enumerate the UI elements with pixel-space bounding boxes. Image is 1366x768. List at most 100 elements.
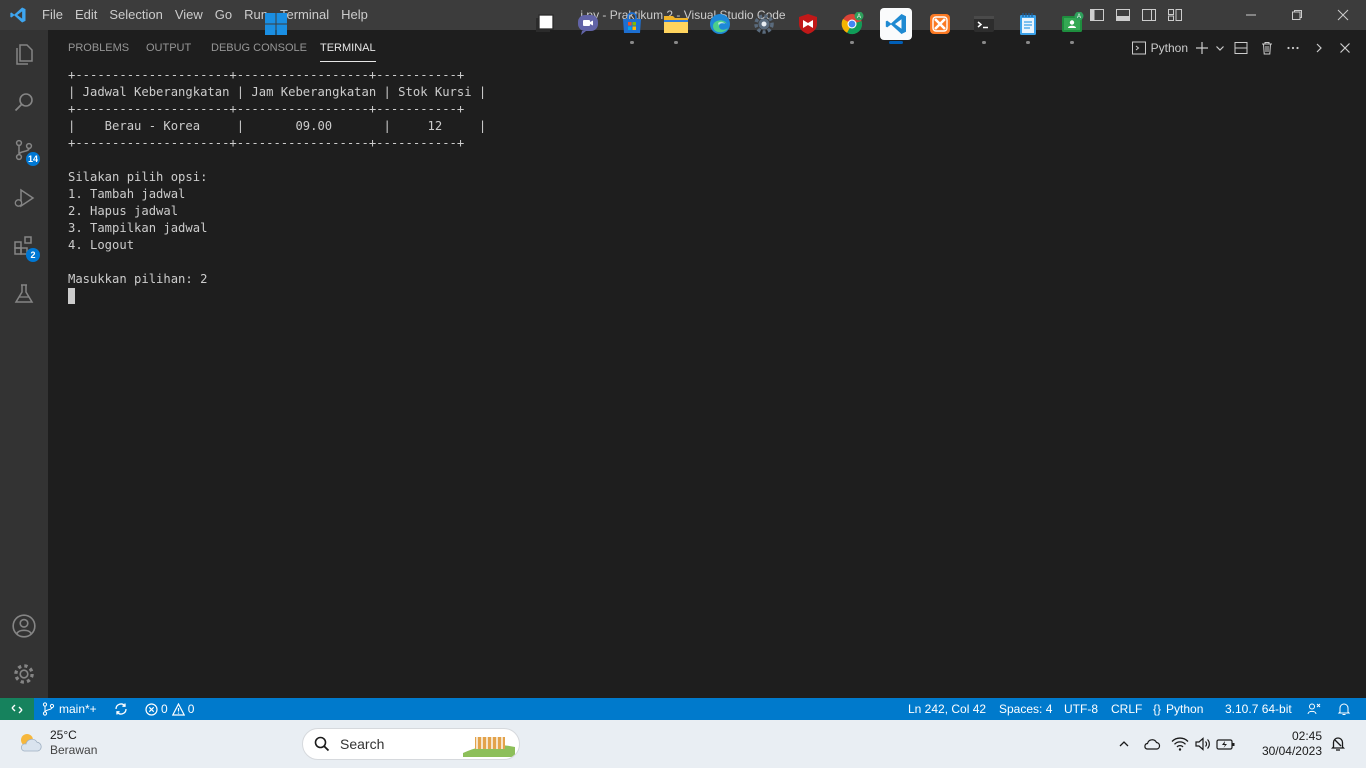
close-panel-icon[interactable] [1332, 30, 1358, 65]
search-placeholder: Search [340, 736, 385, 752]
notepad-icon[interactable] [1012, 8, 1044, 44]
menu-file[interactable]: File [36, 0, 69, 30]
menu-view[interactable]: View [169, 0, 209, 30]
encoding[interactable]: UTF-8 [1064, 698, 1098, 720]
toggle-panel-icon[interactable] [1110, 0, 1136, 30]
toggle-secondary-sidebar-icon[interactable] [1136, 0, 1162, 30]
extensions-icon[interactable]: 2 [0, 222, 48, 270]
menu-go[interactable]: Go [209, 0, 238, 30]
file-explorer-icon[interactable] [660, 8, 692, 44]
battery-charging-icon[interactable] [1214, 720, 1238, 768]
accounts-icon[interactable] [0, 602, 48, 650]
customize-layout-icon[interactable] [1162, 0, 1188, 30]
manage-gear-icon[interactable] [0, 650, 48, 698]
terminal-output[interactable]: +---------------------+-----------------… [68, 67, 1348, 687]
end-of-line[interactable]: CRLF [1111, 698, 1142, 720]
menu-option-3: 3. Tampilkan jadwal [68, 221, 208, 235]
notifications-bell-icon[interactable] [1337, 698, 1351, 720]
table-border-top: +---------------------+-----------------… [68, 68, 465, 82]
remote-indicator-icon[interactable] [0, 698, 34, 720]
error-icon [145, 702, 158, 716]
source-control-icon[interactable]: 14 [0, 126, 48, 174]
clock[interactable]: 02:45 30/04/2023 [1262, 729, 1322, 759]
clock-date: 30/04/2023 [1261, 744, 1322, 758]
teams-chat-icon[interactable] [572, 8, 604, 40]
status-bar: main*+ 0 0 Ln 242, Col 42 Spaces: 4 UTF-… [0, 698, 1366, 720]
vscode-logo-icon [0, 0, 36, 30]
edge-browser-icon[interactable] [704, 8, 736, 40]
warning-icon [171, 702, 185, 716]
search-icon [314, 736, 330, 752]
sync-icon[interactable] [114, 698, 128, 720]
table-row: | Berau - Korea | 09.00 | 12 | [68, 119, 487, 133]
tab-problems[interactable]: PROBLEMS [68, 30, 129, 65]
start-windows-icon[interactable] [260, 8, 292, 40]
mcafee-icon[interactable] [792, 8, 824, 40]
microsoft-store-icon[interactable] [616, 8, 648, 44]
xampp-icon[interactable] [924, 8, 956, 40]
svg-text:A: A [857, 14, 861, 20]
system-tray [1112, 720, 1238, 768]
task-view-icon[interactable] [528, 8, 560, 40]
onedrive-cloud-icon[interactable] [1136, 720, 1168, 768]
wifi-icon[interactable] [1168, 720, 1192, 768]
terminal-instance[interactable]: Python [1131, 40, 1188, 56]
running-indicator [1026, 41, 1030, 44]
running-indicator [982, 41, 986, 44]
volume-speaker-icon[interactable] [1192, 720, 1214, 768]
explorer-icon[interactable] [0, 30, 48, 78]
close-icon[interactable] [1320, 0, 1366, 30]
menu-edit[interactable]: Edit [69, 0, 103, 30]
input-line: Masukkan pilihan: 2 [68, 272, 208, 286]
branch-status[interactable]: main*+ [42, 698, 97, 720]
python-interpreter[interactable]: 3.10.7 64-bit [1225, 698, 1292, 720]
more-actions-ellipsis-icon[interactable] [1280, 30, 1306, 65]
table-border-bottom: +---------------------+-----------------… [68, 136, 465, 150]
show-hidden-icons-chevron-up-icon[interactable] [1112, 720, 1136, 768]
split-terminal-icon[interactable] [1228, 30, 1254, 65]
weather-temp: 25°C [50, 728, 77, 742]
kill-terminal-trash-icon[interactable] [1254, 30, 1280, 65]
menu-selection[interactable]: Selection [103, 0, 168, 30]
classroom-icon[interactable]: A [1056, 8, 1088, 44]
activity-bar: 14 2 [0, 30, 48, 698]
source-control-badge: 14 [25, 152, 40, 166]
run-and-debug-icon[interactable] [0, 174, 48, 222]
search-icon[interactable] [0, 78, 48, 126]
indentation[interactable]: Spaces: 4 [999, 698, 1052, 720]
feedback-icon[interactable] [1307, 698, 1321, 720]
testing-icon[interactable] [0, 270, 48, 318]
language-mode[interactable]: {} Python [1153, 698, 1203, 720]
tab-terminal[interactable]: TERMINAL [320, 30, 376, 65]
chevron-down-icon[interactable] [1212, 30, 1228, 65]
chrome-browser-icon[interactable]: A [836, 8, 868, 44]
menu-option-2: 2. Hapus jadwal [68, 204, 179, 218]
taskbar-search[interactable]: Search [302, 728, 520, 760]
problems-status[interactable]: 0 0 [145, 698, 194, 720]
running-indicator [1070, 41, 1074, 44]
menu-help[interactable]: Help [335, 0, 374, 30]
svg-text:A: A [1077, 14, 1081, 20]
partly-cloudy-icon [20, 734, 42, 752]
cursor-position[interactable]: Ln 242, Col 42 [908, 698, 986, 720]
tab-output[interactable]: OUTPUT [146, 30, 191, 65]
language-label: Python [1166, 702, 1204, 716]
weather-widget[interactable]: 25°C Berawan [16, 728, 97, 758]
minimize-icon[interactable] [1228, 0, 1274, 30]
maximize-panel-chevron-icon[interactable] [1306, 30, 1332, 65]
menu-prompt: Silakan pilih opsi: [68, 170, 208, 184]
settings-gear-icon[interactable] [748, 8, 780, 40]
running-indicator [850, 41, 854, 44]
error-count: 0 [161, 702, 168, 716]
vscode-taskbar-icon[interactable] [880, 8, 912, 44]
menu-bar: File Edit Selection View Go Run Terminal… [36, 0, 374, 30]
notification-center-icon[interactable] [1330, 734, 1346, 754]
running-indicator [889, 41, 903, 44]
windows-terminal-icon[interactable] [968, 8, 1000, 44]
tab-debug-console[interactable]: DEBUG CONSOLE [211, 30, 307, 65]
new-terminal-plus-icon[interactable] [1192, 30, 1212, 65]
warning-count: 0 [187, 702, 195, 716]
restore-icon[interactable] [1274, 0, 1320, 30]
